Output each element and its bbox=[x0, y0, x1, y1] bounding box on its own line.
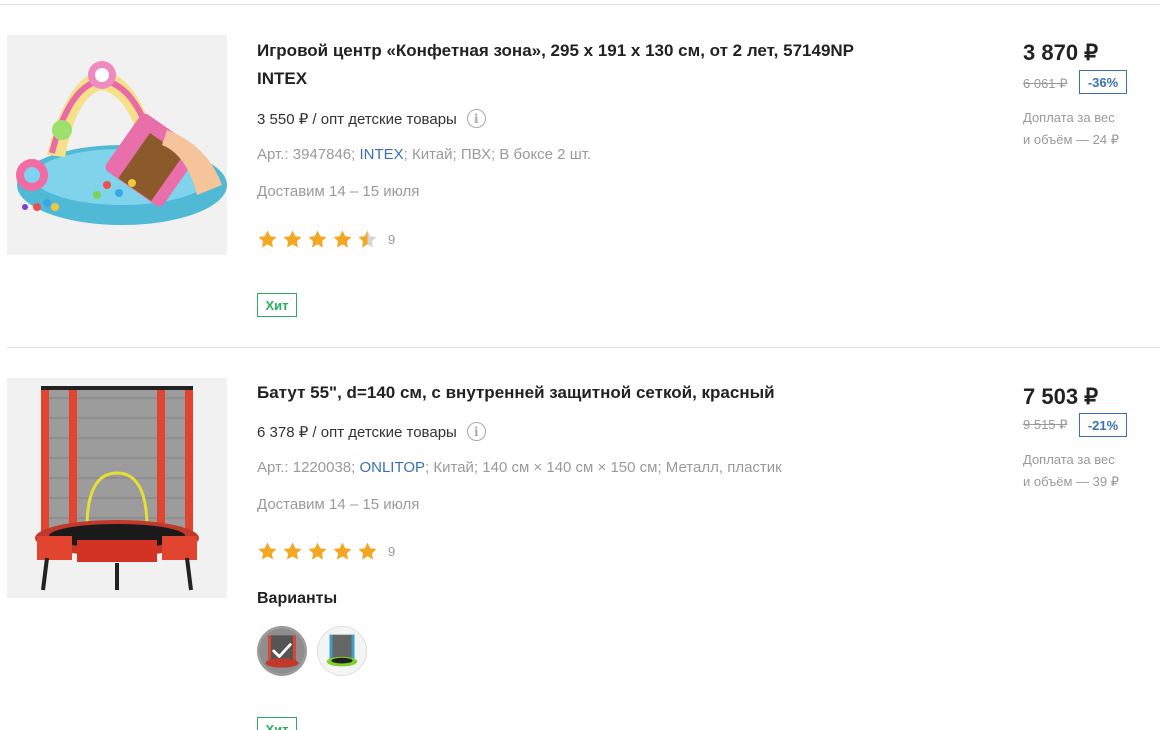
brand-link[interactable]: ONLITOP bbox=[359, 459, 425, 476]
star-icon bbox=[258, 542, 277, 560]
product-attributes: ; Китай; ПВХ; В боксе 2 шт. bbox=[403, 146, 592, 163]
star-icon bbox=[258, 230, 277, 248]
article-number: Арт.: 1220038; bbox=[257, 459, 356, 476]
info-icon[interactable]: i bbox=[466, 422, 486, 441]
variant-red-selected[interactable] bbox=[257, 626, 307, 676]
product-title-line: INTEX bbox=[257, 69, 308, 88]
product-title-link[interactable]: Батут 55", d=140 см, с внутренней защитн… bbox=[257, 379, 957, 407]
wholesale-price: 3 550 ₽ / опт детские товары i bbox=[257, 109, 486, 128]
old-price: 9 515 ₽ bbox=[1023, 417, 1068, 432]
product-title-line: Игровой центр «Конфетная зона», 295 x 19… bbox=[257, 41, 855, 60]
brand-link[interactable]: INTEX bbox=[359, 146, 403, 163]
product-card: Батут 55", d=140 см, с внутренней защитн… bbox=[0, 348, 1160, 730]
article-number: Арт.: 3947846; bbox=[257, 146, 356, 163]
star-icon bbox=[283, 542, 302, 560]
surcharge-line: и объём — 39 ₽ bbox=[1023, 474, 1119, 489]
wholesale-price-text: 3 550 ₽ / опт детские товары bbox=[257, 110, 457, 128]
half-star-icon bbox=[358, 230, 377, 248]
product-meta: Арт.: 3947846; INTEX; Китай; ПВХ; В бокс… bbox=[257, 146, 591, 163]
star-icon bbox=[308, 542, 327, 560]
product-image[interactable] bbox=[7, 378, 227, 598]
star-icon bbox=[283, 230, 302, 248]
red-trampoline-variant-image bbox=[259, 628, 305, 674]
delivery-date: Доставим 14 – 15 июля bbox=[257, 496, 420, 513]
review-count: 9 bbox=[388, 232, 396, 247]
inflatable-candy-pool-image bbox=[7, 35, 227, 255]
red-trampoline-image bbox=[7, 378, 227, 598]
review-count: 9 bbox=[388, 544, 396, 559]
wholesale-price-text: 6 378 ₽ / опт детские товары bbox=[257, 423, 457, 441]
product-title-line: Батут 55", d=140 см, с внутренней защитн… bbox=[257, 383, 775, 402]
delivery-date: Доставим 14 – 15 июля bbox=[257, 183, 420, 200]
variant-green[interactable] bbox=[317, 626, 367, 676]
info-icon[interactable]: i bbox=[466, 109, 486, 128]
star-icon bbox=[333, 542, 352, 560]
discount-badge: -36% bbox=[1079, 70, 1127, 94]
product-image[interactable] bbox=[7, 35, 227, 255]
rating[interactable]: 9 bbox=[257, 541, 395, 562]
product-attributes: ; Китай; 140 см × 140 см × 150 см; Метал… bbox=[425, 459, 782, 476]
current-price: 7 503 ₽ bbox=[1023, 384, 1099, 409]
product-meta: Арт.: 1220038; ONLITOP; Китай; 140 см × … bbox=[257, 459, 782, 476]
wholesale-price: 6 378 ₽ / опт детские товары i bbox=[257, 422, 486, 441]
discount-badge: -21% bbox=[1079, 413, 1127, 437]
star-icon bbox=[358, 542, 377, 560]
rating[interactable]: 9 bbox=[257, 229, 395, 250]
old-price: 6 061 ₽ bbox=[1023, 76, 1068, 91]
star-icon bbox=[308, 230, 327, 248]
surcharge-line: Доплата за вес bbox=[1023, 452, 1115, 467]
hit-badge: Хит bbox=[257, 293, 297, 317]
weight-surcharge: Доплата за вес и объём — 39 ₽ bbox=[1023, 449, 1143, 493]
green-trampoline-variant-image bbox=[318, 627, 366, 675]
surcharge-line: и объём — 24 ₽ bbox=[1023, 132, 1119, 147]
weight-surcharge: Доплата за вес и объём — 24 ₽ bbox=[1023, 107, 1143, 151]
variants-label: Варианты bbox=[257, 590, 338, 607]
current-price: 3 870 ₽ bbox=[1023, 40, 1099, 65]
product-card: Игровой центр «Конфетная зона», 295 x 19… bbox=[0, 0, 1160, 347]
surcharge-line: Доплата за вес bbox=[1023, 110, 1115, 125]
star-icon bbox=[333, 230, 352, 248]
hit-badge: Хит bbox=[257, 717, 297, 730]
product-title-link[interactable]: Игровой центр «Конфетная зона», 295 x 19… bbox=[257, 37, 957, 93]
